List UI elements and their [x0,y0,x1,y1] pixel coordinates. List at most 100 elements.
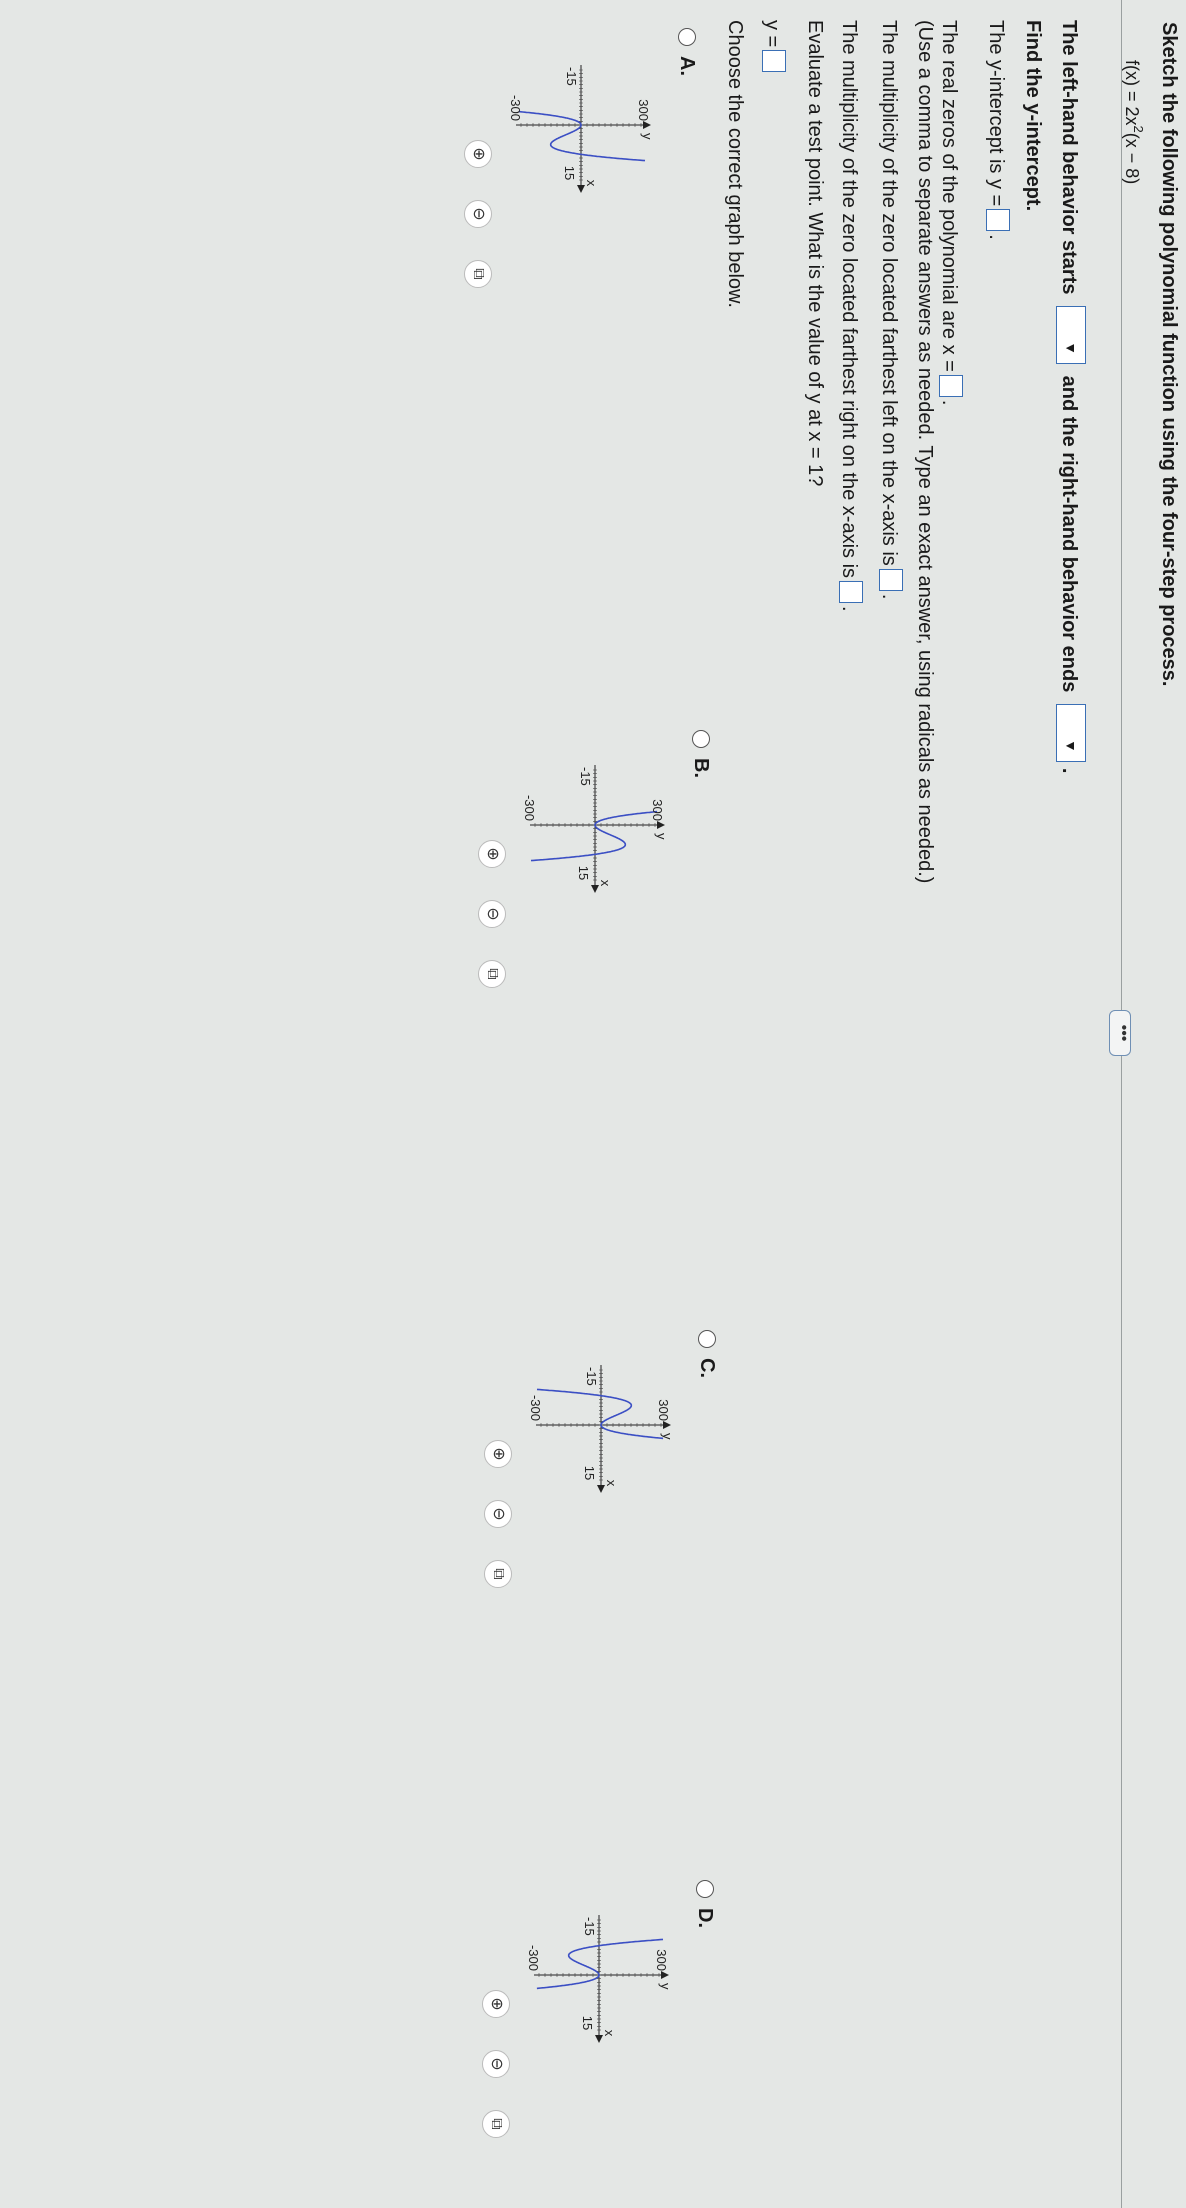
y-max-label: 300 [636,99,651,121]
right-behavior-dropdown[interactable]: ▼ [1056,703,1086,762]
x-axis-label: x [604,1480,619,1487]
popout-icon-glyph: ⧉ [490,1568,507,1580]
x-axis-arrow-icon [597,1485,605,1493]
x-axis-arrow-icon [591,885,599,893]
x-axis-arrow-icon [595,2035,603,2043]
x-max-label: 15 [562,166,577,180]
option-a-graph: 300 -300 -15 15 x y ⊕ ⊖ ⧉ [464,20,656,288]
popout-icon[interactable]: ⧉ [478,960,506,988]
option-d-radio-row[interactable]: D. [693,1880,716,1928]
graph-svg: 300 -300 -15 15 x y [526,1915,673,2043]
y-axis-arrow-icon [657,821,665,829]
y-max-label: 300 [656,1399,671,1421]
zoom-out-icon[interactable]: ⊖ [478,900,506,928]
y-min-label: -300 [528,1395,543,1421]
option-b-label: B. [690,758,712,778]
option-d-label: D. [694,1908,716,1928]
y-min-label: -300 [522,795,537,821]
x-min-label: -15 [582,1917,597,1936]
zoom-out-icon[interactable]: ⊖ [482,2050,510,2078]
option-a-label: A. [676,56,698,76]
option-c-label: C. [696,1358,718,1378]
mult-right-input[interactable] [839,581,863,604]
option-a-radio[interactable] [678,28,696,46]
zoom-in-icon-glyph: ⊕ [488,1997,505,2011]
x-max-label: 15 [576,866,591,880]
zoom-in-icon-glyph: ⊕ [490,1447,507,1461]
graph-svg: 300 -300 -15 15 x y [522,765,669,893]
y-axis-arrow-icon [643,121,651,129]
y-axis-label: y [640,133,655,140]
zoom-out-icon[interactable]: ⊖ [484,1500,512,1528]
zeros-input[interactable] [939,374,963,397]
option-b-radio[interactable] [692,730,710,748]
behavior-start-label: The left-hand behavior starts [1058,20,1080,295]
x-min-label: -15 [584,1367,599,1386]
function-exponent: 2 [1131,125,1146,133]
zoom-in-icon[interactable]: ⊕ [464,140,492,168]
zoom-in-icon[interactable]: ⊕ [484,1440,512,1468]
zeros-label: The real zeros of the polynomial are x = [938,20,960,372]
mult-right-row: The multiplicity of the zero located far… [837,20,863,612]
option-c-radio-row[interactable]: C. [695,1330,718,1378]
zoom-in-icon[interactable]: ⊕ [478,840,506,868]
popout-icon-glyph: ⧉ [470,268,487,280]
y-axis-arrow-icon [661,1971,669,1979]
rotated-page: Sketch the following polynomial function… [0,0,1186,2208]
y-min-label: -300 [508,95,523,121]
x-min-label: -15 [578,767,593,786]
y-intercept-label: The y-intercept is y = [985,20,1007,207]
option-d-radio[interactable] [696,1880,714,1898]
zoom-out-icon-glyph: ⊖ [484,907,501,921]
zoom-in-icon-glyph: ⊕ [470,147,487,161]
test-value-input[interactable] [762,50,786,73]
y-axis-arrow-icon [663,1421,671,1429]
option-c-radio[interactable] [698,1330,716,1348]
instruction: Sketch the following polynomial function… [1158,22,1180,687]
option-d-graph: 300 -300 -15 15 x y ⊕ ⊖ ⧉ [482,1870,674,2138]
dropdown-arrow-icon: ▼ [1063,341,1079,356]
popout-icon[interactable]: ⧉ [482,2110,510,2138]
x-min-label: -15 [564,67,579,86]
x-axis-label: x [584,180,599,187]
y-intercept-row: The y-intercept is y =. [984,20,1010,240]
option-b-graph: 300 -300 -15 15 x y ⊕ ⊖ ⧉ [478,720,670,988]
graph-svg: 300 -300 -15 15 x y [528,1365,675,1493]
divider [1121,0,1122,2208]
zoom-in-icon-glyph: ⊕ [484,847,501,861]
test-value-label: y = [761,20,783,48]
mult-right-label: The multiplicity of the zero located far… [838,20,860,579]
option-b-radio-row[interactable]: B. [689,730,712,778]
zoom-in-icon[interactable]: ⊕ [482,1990,510,2018]
y-intercept-input[interactable] [986,209,1010,232]
mult-left-row: The multiplicity of the zero located far… [877,20,903,599]
behavior-mid-label: and the right-hand behavior ends [1058,375,1080,693]
option-c-graph: 300 -300 -15 15 x y ⊕ ⊖ ⧉ [484,1320,676,1588]
x-max-label: 15 [580,2016,595,2030]
graph-svg: 300 -300 -15 15 x y [508,65,655,193]
x-axis-label: x [598,880,613,887]
left-behavior-dropdown[interactable]: ▼ [1056,306,1086,365]
y-axis-label: y [660,1433,675,1440]
zeros-note: (Use a comma to separate answers as need… [914,20,936,884]
y-max-label: 300 [654,1949,669,1971]
popout-icon[interactable]: ⧉ [464,260,492,288]
popout-icon[interactable]: ⧉ [484,1560,512,1588]
zeros-row: The real zeros of the polynomial are x =… [937,20,963,405]
zoom-out-icon-glyph: ⊖ [488,2057,505,2071]
y-axis-label: y [654,833,669,840]
test-value-row: y = [760,20,786,75]
mult-left-label: The multiplicity of the zero located far… [878,20,900,566]
function-prefix: f(x) = 2x [1122,60,1142,126]
zoom-out-icon[interactable]: ⊖ [464,200,492,228]
more-button[interactable]: ••• [1109,1010,1132,1056]
zoom-out-icon-glyph: ⊖ [470,207,487,221]
choose-label: Choose the correct graph below. [724,20,746,308]
popout-icon-glyph: ⧉ [488,2118,505,2130]
x-max-label: 15 [582,1466,597,1480]
mult-left-input[interactable] [879,568,903,591]
y-min-label: -300 [526,1945,541,1971]
option-a-radio-row[interactable]: A. [675,28,698,76]
zoom-out-icon-glyph: ⊖ [490,1507,507,1521]
y-max-label: 300 [650,799,665,821]
